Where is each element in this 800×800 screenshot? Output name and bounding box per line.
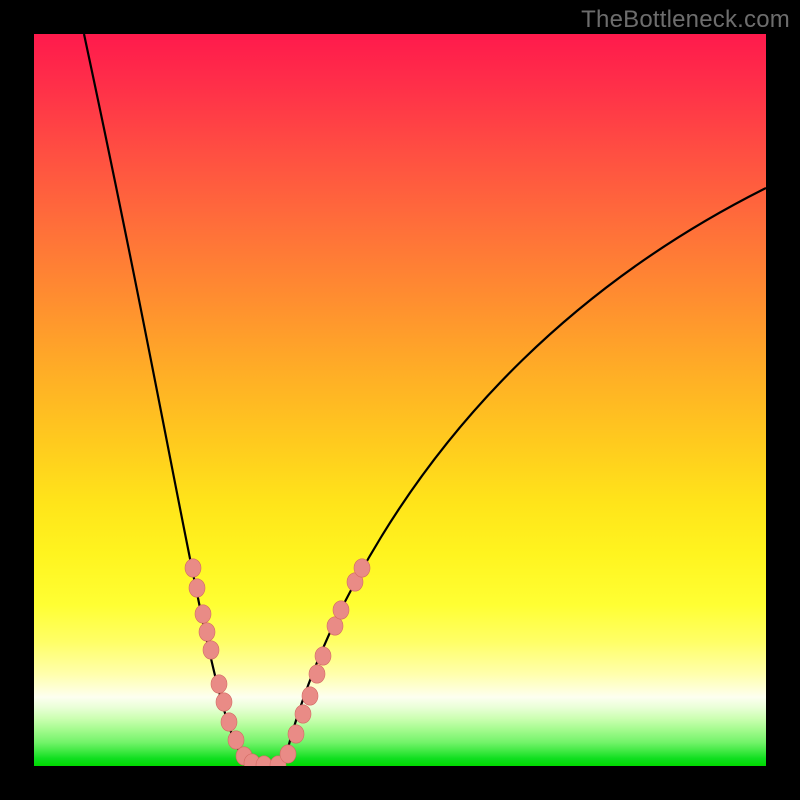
dot-left-5 (211, 675, 227, 693)
dot-left-8 (228, 731, 244, 749)
right-curve (274, 188, 766, 766)
dot-right-6 (315, 647, 331, 665)
chart-frame: TheBottleneck.com (0, 0, 800, 800)
dot-left-0 (185, 559, 201, 577)
dot-left-2 (195, 605, 211, 623)
dot-right-4 (302, 687, 318, 705)
dot-left-6 (216, 693, 232, 711)
dot-left-7 (221, 713, 237, 731)
dot-right-5 (309, 665, 325, 683)
dot-right-2 (288, 725, 304, 743)
dot-right-8 (333, 601, 349, 619)
plot-area (34, 34, 766, 766)
dot-left-1 (189, 579, 205, 597)
dot-right-3 (295, 705, 311, 723)
dot-right-7 (327, 617, 343, 635)
curves-svg (34, 34, 766, 766)
dot-right-10 (354, 559, 370, 577)
left-curve (84, 34, 262, 766)
dot-left-3 (199, 623, 215, 641)
dot-left-4 (203, 641, 219, 659)
dot-right-1 (280, 745, 296, 763)
watermark-text: TheBottleneck.com (581, 6, 790, 34)
